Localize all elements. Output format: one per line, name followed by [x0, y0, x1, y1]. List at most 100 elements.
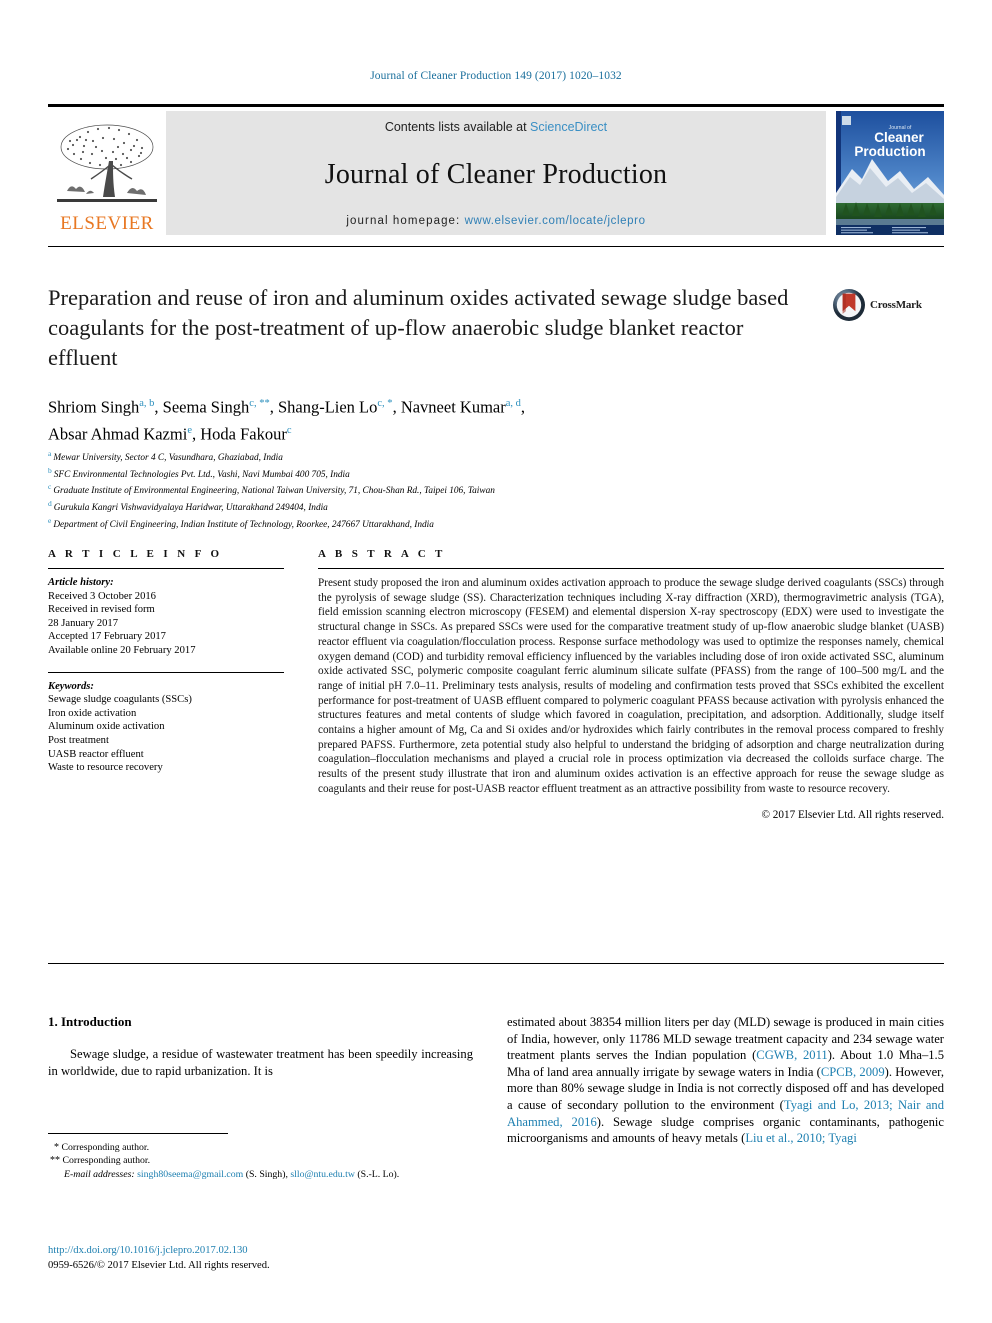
body-left-column: 1. Introduction Sewage sludge, a residue…	[48, 1014, 473, 1079]
elsevier-wordmark: ELSEVIER	[60, 213, 154, 234]
author-name: Shang-Lien Lo	[277, 397, 378, 417]
email-link-lo[interactable]: sllo@ntu.edu.tw	[290, 1169, 355, 1180]
title-divider	[48, 246, 944, 247]
affiliation-item: b SFC Environmental Technologies Pvt. Ltd…	[48, 465, 908, 482]
abstract-copyright: © 2017 Elsevier Ltd. All rights reserved…	[761, 808, 945, 821]
affiliation-item: d Gurukula Kangri Vishwavidyalaya Haridwa…	[48, 498, 908, 515]
crossmark-badge[interactable]: CrossMark	[832, 288, 922, 322]
footnote-text-2: Corresponding author.	[60, 1155, 151, 1167]
keyword-item: Waste to resource recovery	[48, 762, 163, 774]
keyword-item: Sewage sludge coagulants (SSCs)	[48, 694, 192, 706]
history-item: Available online 20 February 2017	[48, 644, 196, 656]
footnote-corresponding-1: * Corresponding author.	[48, 1141, 478, 1154]
author-list: Shriom Singha, b, Seema Singhc, **, Shan…	[48, 397, 526, 444]
affiliation-label: b	[48, 465, 52, 475]
affiliation-item: c Graduate Institute of Environmental Eng…	[48, 481, 908, 498]
footnote-block: * Corresponding author. ** Corresponding…	[48, 1141, 478, 1181]
elsevier-logo: ELSEVIER	[48, 111, 166, 235]
abstract-divider	[318, 568, 944, 569]
email-addresses-label: E-mail addresses:	[64, 1168, 135, 1180]
article-info-heading: A R T I C L E I N F O	[48, 548, 223, 560]
footnote-text-1: Corresponding author.	[59, 1142, 150, 1153]
keyword-item: Iron oxide activation	[48, 707, 137, 719]
crossmark-label: CrossMark	[870, 299, 922, 311]
doi-block: http://dx.doi.org/10.1016/j.jclepro.2017…	[48, 1243, 478, 1273]
contents-prefix: Contents lists available at	[384, 120, 531, 134]
author-affiliation-mark[interactable]: e	[187, 425, 192, 436]
sciencedirect-link[interactable]: ScienceDirect	[530, 120, 607, 134]
journal-homepage-line: journal homepage: www.elsevier.com/locat…	[346, 215, 645, 227]
abstract-column: A B S T R A C T Present study proposed t…	[318, 548, 944, 821]
author-affiliation-mark[interactable]: c, *	[377, 398, 392, 409]
intro-paragraph-left: Sewage sludge, a residue of wastewater t…	[48, 1047, 473, 1078]
author-affiliation-mark[interactable]: c, **	[249, 398, 269, 409]
keyword-item: UASB reactor effluent	[48, 748, 144, 760]
body-top-divider	[48, 963, 944, 964]
abstract-text: Present study proposed the iron and alum…	[318, 577, 944, 795]
author-name: Hoda Fakour	[200, 424, 287, 443]
history-item: Accepted 17 February 2017	[48, 631, 166, 643]
body-right-column: estimated about 38354 million liters per…	[507, 1014, 944, 1147]
article-title: Preparation and reuse of iron and alumin…	[48, 285, 789, 370]
affiliation-text: Department of Civil Engineering, Indian …	[53, 519, 434, 530]
citation-link-cpcb[interactable]: CPCB, 2009	[821, 1065, 885, 1079]
abstract-heading: A B S T R A C T	[318, 548, 446, 560]
running-head: Journal of Cleaner Production 149 (2017)…	[370, 70, 622, 82]
author-affiliation-mark[interactable]: c	[287, 425, 292, 436]
keywords-title: Keywords:	[48, 680, 94, 692]
keywords-block: Keywords: Sewage sludge coagulants (SSCs…	[48, 680, 284, 775]
affiliation-label: a	[48, 449, 52, 458]
article-info-column: A R T I C L E I N F O Article history: R…	[48, 548, 284, 775]
author-name: Seema Singh	[162, 397, 250, 417]
journal-cover-image: Journal of Cleaner Production	[836, 111, 944, 235]
homepage-prefix: journal homepage:	[346, 215, 465, 227]
affiliation-list: a Mewar University, Sector 4 C, Vasundhar…	[48, 448, 908, 531]
footnote-corresponding-2: ** Corresponding author.	[48, 1154, 478, 1167]
history-item: Received in revised form	[48, 604, 155, 616]
footnote-divider	[48, 1133, 228, 1134]
intro-paragraph-right: estimated about 38354 million liters per…	[507, 1014, 944, 1147]
affiliation-label: d	[48, 499, 52, 509]
author-affiliation-mark[interactable]: a, d	[506, 398, 521, 409]
keyword-item: Aluminum oxide activation	[48, 721, 165, 733]
svg-text:Production: Production	[854, 144, 925, 159]
masthead-band: Contents lists available at ScienceDirec…	[166, 111, 826, 235]
elsevier-tree-icon	[57, 124, 157, 202]
history-item: 28 January 2017	[48, 617, 119, 629]
journal-title: Journal of Cleaner Production	[324, 158, 668, 190]
email-owner-2: (S.-L. Lo).	[354, 1168, 400, 1180]
footnote-emails: E-mail addresses: singh80seema@gmail.com…	[48, 1168, 478, 1181]
affiliation-text: SFC Environmental Technologies Pvt. Ltd.…	[53, 469, 350, 480]
email-owner-1: (S. Singh),	[243, 1168, 291, 1180]
affiliation-item: a Mewar University, Sector 4 C, Vasundhar…	[48, 448, 908, 465]
author-name: Shriom Singh	[48, 397, 140, 417]
affiliation-text: Graduate Institute of Environmental Engi…	[53, 486, 495, 497]
email-link-seema[interactable]: singh80seema@gmail.com	[137, 1169, 243, 1180]
asterisk-double-icon: **	[50, 1155, 60, 1167]
issn-copyright-line: 0959-6526/© 2017 Elsevier Ltd. All right…	[48, 1260, 270, 1271]
author-name: Absar Ahmad Kazmi	[48, 424, 188, 443]
author-affiliation-mark[interactable]: a, b	[139, 398, 154, 409]
svg-text:Cleaner: Cleaner	[874, 130, 924, 145]
keyword-item: Post treatment	[48, 734, 109, 746]
paper-page: Journal of Cleaner Production 149 (2017)…	[0, 0, 992, 1323]
contents-available-line: Contents lists available at ScienceDirec…	[385, 120, 607, 134]
article-history-title: Article history:	[48, 577, 114, 588]
citation-link-cgwb[interactable]: CGWB, 2011	[756, 1048, 827, 1062]
affiliation-label: e	[48, 515, 52, 525]
keywords-divider	[48, 671, 284, 673]
citation-link-liu-tyagi[interactable]: Liu et al., 2010; Tyagi	[745, 1131, 857, 1145]
affiliation-text: Gurukula Kangri Vishwavidyalaya Haridwar…	[53, 503, 328, 514]
doi-link[interactable]: http://dx.doi.org/10.1016/j.jclepro.2017…	[48, 1243, 478, 1258]
journal-masthead: ELSEVIER Contents lists available at Sci…	[48, 104, 944, 235]
affiliation-text: Mewar University, Sector 4 C, Vasundhara…	[53, 453, 283, 464]
author-name: Navneet Kumar	[400, 397, 506, 417]
section-heading-introduction: 1. Introduction	[48, 1014, 132, 1029]
affiliation-label: c	[48, 482, 52, 492]
article-history-block: Article history: Received 3 October 2016…	[48, 576, 284, 658]
history-item: Received 3 October 2016	[48, 590, 156, 602]
article-info-divider	[48, 568, 284, 569]
journal-cover-thumbnail: Journal of Cleaner Production	[836, 111, 944, 235]
crossmark-icon	[833, 289, 865, 321]
homepage-url-link[interactable]: www.elsevier.com/locate/jclepro	[465, 215, 646, 227]
